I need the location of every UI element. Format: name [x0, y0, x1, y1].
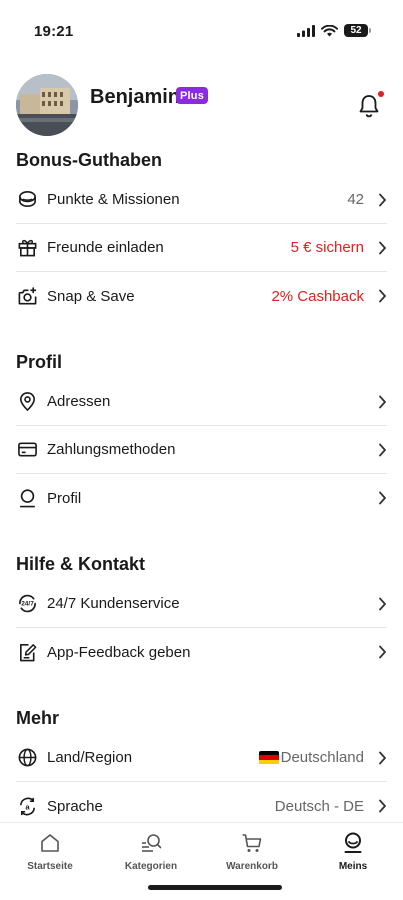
- row-payment-methods[interactable]: Zahlungsmethoden: [16, 426, 387, 474]
- status-icons: 52: [297, 24, 371, 37]
- avatar[interactable]: [16, 74, 78, 136]
- globe-icon: [16, 747, 38, 769]
- row-label: Adressen: [47, 393, 111, 410]
- chevron-right-icon: [379, 491, 386, 505]
- notifications-button[interactable]: [358, 91, 384, 120]
- row-label: Freunde einladen: [47, 239, 164, 256]
- feedback-edit-icon: [16, 641, 38, 663]
- avatar-photo: [16, 74, 78, 136]
- signal-icon: [297, 24, 315, 37]
- row-points-missions[interactable]: Punkte & Missionen 42: [16, 176, 387, 224]
- battery-indicator: 52: [344, 24, 371, 37]
- section-title-help: Hilfe & Kontakt: [16, 554, 146, 574]
- row-invite-friends[interactable]: Freunde einladen 5 € sichern: [16, 224, 387, 272]
- section-title-profile: Profil: [16, 352, 63, 372]
- coins-icon: [16, 189, 38, 211]
- tab-label: Startseite: [27, 861, 73, 872]
- chevron-right-icon: [379, 799, 386, 813]
- chevron-right-icon: [379, 751, 386, 764]
- section-title-more: Mehr: [16, 708, 60, 728]
- credit-card-icon: [16, 439, 38, 461]
- germany-flag-icon: [258, 750, 279, 765]
- invite-reward-value: 5 € sichern: [290, 239, 364, 256]
- language-value: Deutsch - DE: [274, 797, 364, 815]
- profile-icon: [344, 832, 362, 853]
- home-icon: [41, 834, 59, 852]
- cart-icon: [242, 834, 262, 852]
- notification-dot: [378, 91, 384, 97]
- bell-icon: [359, 95, 379, 118]
- home-indicator: [148, 885, 282, 890]
- location-pin-icon: [16, 391, 38, 413]
- row-app-feedback[interactable]: App-Feedback geben: [16, 628, 387, 676]
- status-bar: 19:21 52: [0, 0, 403, 54]
- row-label: 24/7 Kundenservice: [47, 595, 180, 612]
- cashback-value: 2% Cashback: [271, 287, 364, 305]
- row-label: Zahlungsmethoden: [47, 441, 176, 458]
- row-customer-service[interactable]: 24/7 24/7 Kundenservice: [16, 580, 387, 628]
- chevron-right-icon: [379, 645, 386, 659]
- battery-level: 52: [344, 24, 368, 37]
- plus-badge: Plus: [176, 87, 209, 104]
- categories-search-icon: [142, 834, 162, 852]
- tab-startseite[interactable]: Startseite: [0, 831, 100, 872]
- points-value: 42: [347, 191, 364, 208]
- chevron-right-icon: [379, 289, 386, 303]
- row-snap-save[interactable]: Snap & Save 2% Cashback: [16, 272, 387, 320]
- row-label: Sprache: [47, 797, 103, 815]
- row-profile[interactable]: Profil: [16, 474, 387, 522]
- gift-icon: [16, 237, 38, 259]
- language-icon: a: [16, 795, 38, 817]
- svg-text:24/7: 24/7: [21, 601, 34, 608]
- tab-kategorien[interactable]: Kategorien: [101, 831, 201, 872]
- row-addresses[interactable]: Adressen: [16, 378, 387, 426]
- user-icon: [16, 487, 38, 509]
- section-title-bonus: Bonus-Guthaben: [16, 150, 162, 170]
- account-content: Bonus-Guthaben Punkte & Missionen 42 Fre…: [0, 144, 403, 830]
- row-label: Snap & Save: [47, 287, 135, 305]
- support-24-7-icon: 24/7: [16, 593, 38, 615]
- tab-label: Warenkorb: [226, 861, 278, 872]
- user-name: Benjamin: [90, 86, 181, 108]
- chevron-right-icon: [379, 241, 386, 254]
- status-time: 19:21: [34, 23, 74, 40]
- row-label: Profil: [47, 489, 82, 507]
- chevron-right-icon: [379, 193, 386, 206]
- row-label: Land/Region: [47, 749, 133, 766]
- chevron-right-icon: [379, 443, 386, 456]
- row-label: App-Feedback geben: [47, 643, 191, 661]
- chevron-right-icon: [379, 395, 386, 408]
- profile-header: Benjamin Plus: [16, 74, 386, 138]
- chevron-right-icon: [379, 597, 386, 610]
- row-label: Punkte & Missionen: [47, 191, 180, 208]
- tab-warenkorb[interactable]: Warenkorb: [202, 831, 302, 872]
- tab-label: Kategorien: [124, 861, 178, 872]
- tab-meins[interactable]: Meins: [303, 831, 403, 872]
- country-name: Deutschland: [280, 749, 364, 766]
- country-value: Deutschland: [258, 749, 364, 766]
- camera-plus-icon: [16, 285, 38, 307]
- svg-text:a: a: [25, 802, 30, 811]
- wifi-icon: [321, 24, 338, 36]
- tab-label: Meins: [338, 861, 368, 872]
- row-country-region[interactable]: Land/Region Deutschland: [16, 734, 387, 782]
